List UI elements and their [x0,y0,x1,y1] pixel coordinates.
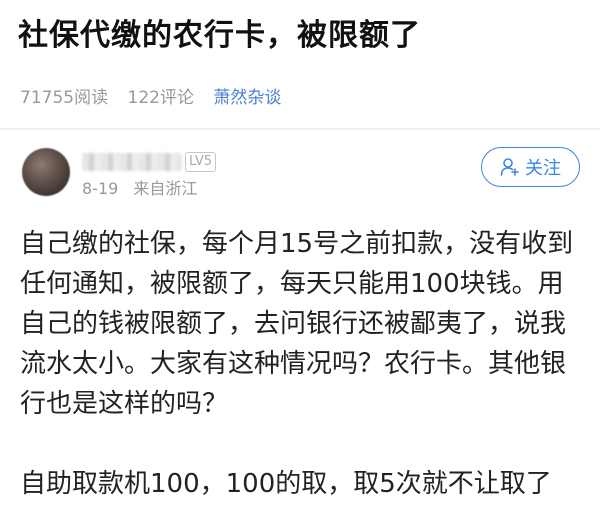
follow-button[interactable]: 关注 [481,147,580,187]
post-location: 来自浙江 [133,179,198,198]
post-content: 自己缴的社保，每个月15号之前扣款，没有收到任何通知，被限额了，每天只能用100… [20,224,585,504]
column-link[interactable]: 萧然杂谈 [213,88,281,108]
avatar[interactable] [22,148,70,196]
post-info: 8-19 来自浙江 [82,178,207,200]
username-blurred[interactable] [82,153,182,171]
divider [0,128,600,130]
post-paragraph: 自己缴的社保，每个月15号之前扣款，没有收到任何通知，被限额了，每天只能用100… [20,229,574,419]
comment-count[interactable]: 122评论 [128,88,194,108]
follow-label: 关注 [525,158,561,179]
add-user-icon [500,158,519,176]
read-count: 71755阅读 [20,88,109,108]
article-title: 社保代缴的农行卡，被限额了 [18,18,421,53]
article-meta: 71755阅读 122评论 萧然杂谈 [20,86,295,110]
post-date: 8-19 [82,179,119,198]
post-paragraph: 自助取款机100，100的取，取5次就不让取了 [20,469,552,499]
level-badge: LV5 [185,152,216,172]
